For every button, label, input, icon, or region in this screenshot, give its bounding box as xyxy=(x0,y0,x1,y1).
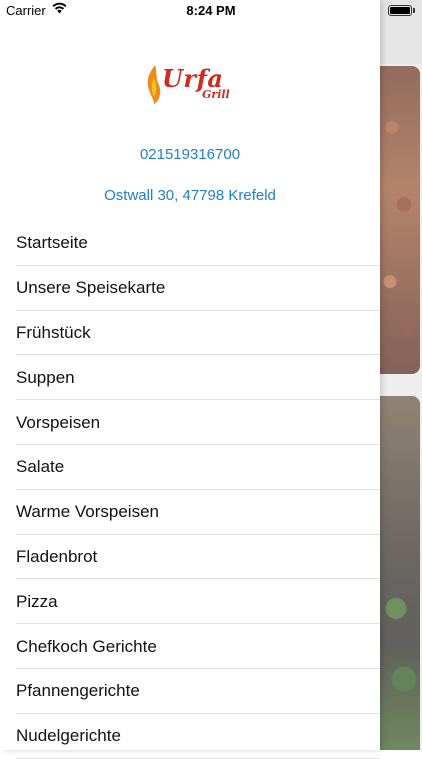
urfa-grill-logo: Urfa Grill xyxy=(140,60,240,110)
menu-item-startseite[interactable]: Startseite xyxy=(0,221,380,266)
phone-link[interactable]: 021519316700 xyxy=(0,146,380,163)
menu-item-pizza[interactable]: Pizza xyxy=(0,579,380,624)
menu-item-fruehstueck[interactable]: Frühstück xyxy=(0,311,380,356)
battery-icon xyxy=(388,5,412,16)
logo-subtitle: Grill xyxy=(202,88,230,101)
menu-item-warme-vorspeisen[interactable]: Warme Vorspeisen xyxy=(0,490,380,535)
menu-item-vorspeisen[interactable]: Vorspeisen xyxy=(0,400,380,445)
menu-item-chefkoch-gerichte[interactable]: Chefkoch Gerichte xyxy=(0,624,380,669)
menu-item-suppen[interactable]: Suppen xyxy=(0,355,380,400)
address-link[interactable]: Ostwall 30, 47798 Krefeld xyxy=(0,187,380,204)
menu-item-salate[interactable]: Salate xyxy=(0,445,380,490)
battery-level xyxy=(390,7,410,14)
battery-cap xyxy=(413,8,415,13)
side-drawer: Urfa Grill 021519316700 Ostwall 30, 4779… xyxy=(0,0,380,759)
drawer-menu: Startseite Unsere Speisekarte Frühstück … xyxy=(0,221,380,759)
menu-item-nudelgerichte[interactable]: Nudelgerichte xyxy=(0,714,380,759)
drawer-overlay[interactable] xyxy=(380,0,422,750)
menu-item-pfannengerichte[interactable]: Pfannengerichte xyxy=(0,669,380,714)
flame-icon xyxy=(147,65,161,105)
clock: 8:24 PM xyxy=(186,3,236,18)
menu-item-speisekarte[interactable]: Unsere Speisekarte xyxy=(0,266,380,311)
menu-item-fladenbrot[interactable]: Fladenbrot xyxy=(0,535,380,580)
status-bar: Carrier 8:24 PM xyxy=(0,0,422,22)
